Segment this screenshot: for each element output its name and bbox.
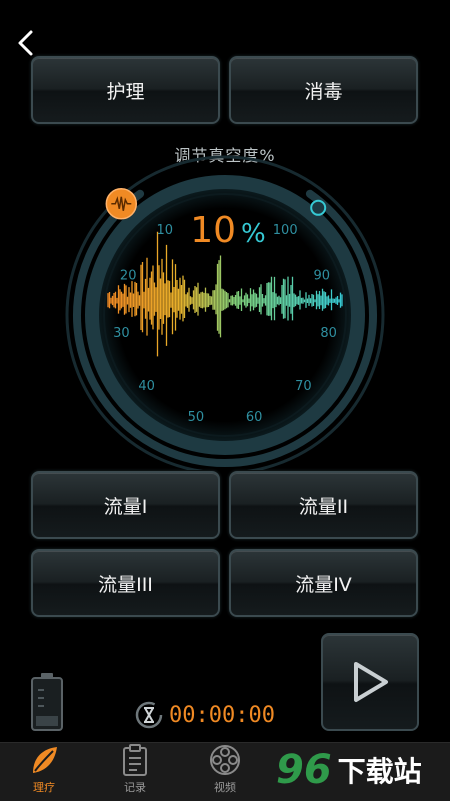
clipboard-icon — [123, 744, 147, 776]
nav-physio-label: 理疗 — [33, 781, 55, 794]
nav-video[interactable]: 视频 — [195, 743, 255, 801]
gauge-value-knob[interactable] — [105, 188, 138, 220]
vacuum-value: 10 — [190, 210, 236, 251]
leaf-icon — [33, 747, 57, 773]
flow-2-button[interactable]: 流量II — [229, 471, 418, 539]
vacuum-unit: % — [241, 219, 266, 249]
film-reel-icon — [210, 745, 240, 775]
timer: 00:00:00 — [135, 700, 275, 730]
watermark-number: 96 — [276, 747, 332, 793]
gauge-tick-label: 30 — [113, 326, 130, 341]
gauge-tick-label: 80 — [320, 326, 337, 341]
play-button[interactable] — [321, 633, 419, 731]
nav-records[interactable]: 记录 — [105, 743, 165, 801]
gauge-end-knob — [310, 199, 327, 216]
gauge-tick-label: 60 — [246, 410, 263, 425]
gauge-tick-label: 90 — [314, 268, 331, 283]
flow-3-label: 流量III — [98, 573, 153, 596]
gauge-tick-label: 70 — [295, 379, 312, 394]
flow-1-label: 流量I — [103, 495, 148, 518]
vacuum-gauge: 10 20 30 40 50 60 70 80 90 100 10 % — [65, 155, 385, 470]
battery-icon — [31, 673, 63, 731]
flow-1-button[interactable]: 流量I — [31, 471, 220, 539]
gauge-tick-label: 20 — [120, 268, 137, 283]
gauge-tick-label: 50 — [188, 410, 205, 425]
flow-3-button[interactable]: 流量III — [31, 549, 220, 617]
nav-physio[interactable]: 理疗 — [14, 743, 74, 801]
play-icon — [354, 662, 388, 702]
nav-records-label: 记录 — [124, 781, 146, 794]
gauge-tick-label: 10 — [157, 223, 174, 238]
site-watermark: 96 下载站 — [276, 740, 450, 800]
gauge-tick-label: 100 — [273, 223, 298, 238]
watermark-text: 下载站 — [337, 755, 422, 788]
timer-text: 00:00:00 — [169, 702, 275, 728]
flow-4-label: 流量IV — [295, 573, 352, 596]
nav-video-label: 视频 — [214, 781, 236, 794]
flow-2-label: 流量II — [298, 495, 349, 518]
flow-4-button[interactable]: 流量IV — [229, 549, 418, 617]
hourglass-timer-icon — [135, 701, 163, 729]
gauge-tick-label: 40 — [138, 379, 155, 394]
